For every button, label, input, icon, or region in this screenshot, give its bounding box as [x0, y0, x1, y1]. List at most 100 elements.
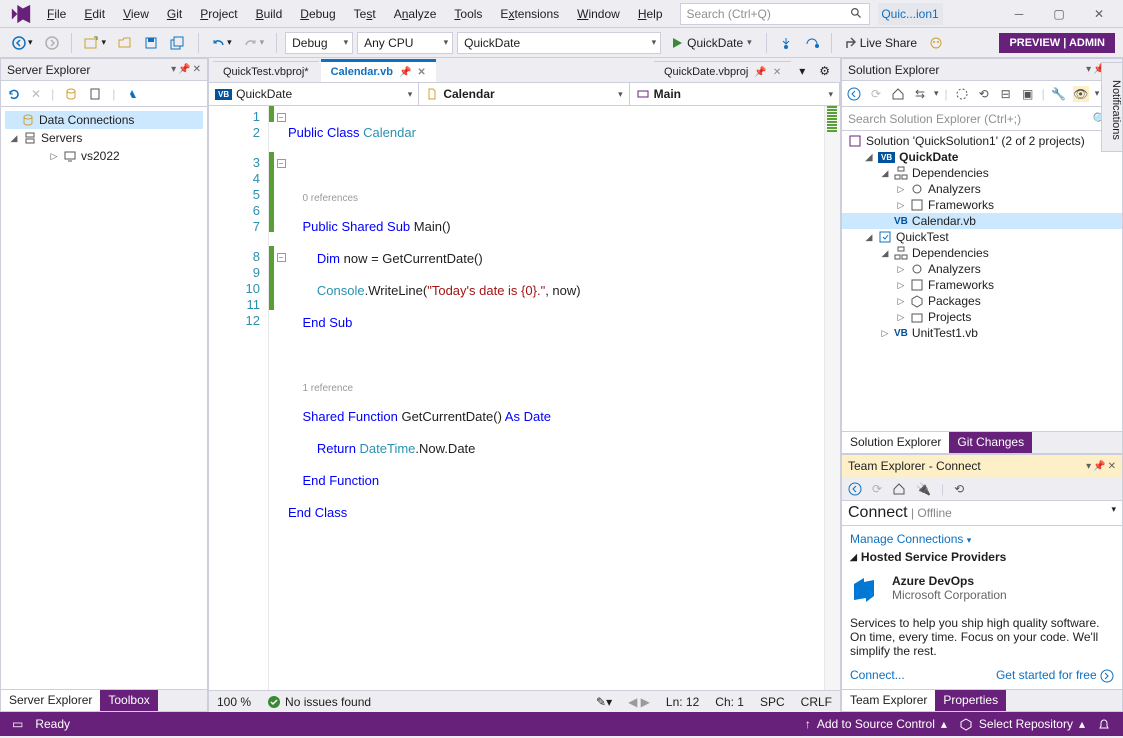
- spc-indicator[interactable]: SPC: [760, 695, 785, 709]
- deps-quickdate[interactable]: ◢Dependencies: [842, 165, 1122, 181]
- window-menu-icon[interactable]: ▾: [171, 64, 176, 75]
- config-select[interactable]: Debug: [285, 32, 353, 54]
- save-all-button[interactable]: [166, 34, 190, 52]
- packages-node[interactable]: ▷Packages: [842, 293, 1122, 309]
- window-menu-icon[interactable]: ▾: [1086, 64, 1091, 75]
- solution-explorer-header[interactable]: Solution Explorer ▾📌✕: [842, 59, 1122, 81]
- menu-debug[interactable]: Debug: [291, 3, 344, 25]
- minimize-button[interactable]: ─: [999, 1, 1039, 27]
- properties-icon[interactable]: 🔧: [1051, 86, 1067, 102]
- home-icon[interactable]: [890, 86, 906, 102]
- notifications-bell-icon[interactable]: [1097, 717, 1111, 731]
- analyzers-node[interactable]: ▷Analyzers: [842, 181, 1122, 197]
- tab-overflow-icon[interactable]: ▾: [793, 60, 811, 82]
- new-project-button[interactable]: ▾: [80, 34, 111, 52]
- tree-server-vs2022[interactable]: ▷ vs2022: [5, 147, 203, 165]
- te-forward-icon[interactable]: ⟳: [872, 482, 882, 496]
- calendar-vb-node[interactable]: VBCalendar.vb: [842, 213, 1122, 229]
- startup-select[interactable]: QuickDate: [457, 32, 661, 54]
- menu-help[interactable]: Help: [629, 3, 672, 25]
- switch-views-icon[interactable]: ⇆: [912, 86, 928, 102]
- select-repo-button[interactable]: Select Repository ▴: [959, 717, 1085, 731]
- server-explorer-header[interactable]: Server Explorer ▾📌✕: [1, 59, 207, 81]
- open-file-button[interactable]: [114, 34, 136, 52]
- window-menu-icon[interactable]: ▾: [1086, 461, 1091, 472]
- collapse-icon[interactable]: ⊟: [998, 86, 1014, 102]
- preview-admin-badge[interactable]: PREVIEW | ADMIN: [999, 33, 1115, 53]
- get-started-link[interactable]: Get started for free: [996, 668, 1114, 683]
- code-editor[interactable]: 123456789101112 −−− Public Class Calenda…: [209, 106, 840, 690]
- show-all-icon[interactable]: ▣: [1020, 86, 1036, 102]
- quick-launch-search[interactable]: Search (Ctrl+Q): [680, 3, 870, 25]
- crlf-picker-icon[interactable]: ✎▾: [596, 695, 612, 709]
- tab-settings-icon[interactable]: ⚙: [813, 60, 836, 82]
- connect-server-icon[interactable]: [88, 87, 102, 101]
- te-back-icon[interactable]: [848, 482, 862, 496]
- toolbox-tab[interactable]: Toolbox: [100, 690, 157, 711]
- crlf-indicator[interactable]: CRLF: [801, 695, 832, 709]
- project-quickdate[interactable]: ◢VBQuickDate: [842, 149, 1122, 165]
- platform-select[interactable]: Any CPU: [357, 32, 453, 54]
- fold-icon[interactable]: −: [277, 113, 286, 122]
- analyzers-node2[interactable]: ▷Analyzers: [842, 261, 1122, 277]
- preview-icon[interactable]: 👁: [1073, 86, 1089, 102]
- menu-build[interactable]: Build: [247, 3, 292, 25]
- menu-window[interactable]: Window: [568, 3, 629, 25]
- source-control-button[interactable]: ↑ Add to Source Control ▴: [805, 717, 947, 731]
- close-preview-icon[interactable]: ✕: [773, 67, 781, 78]
- pin-icon[interactable]: 📌: [178, 64, 190, 75]
- zoom-level[interactable]: 100 %: [217, 695, 251, 709]
- nav-back-button[interactable]: ▾: [8, 34, 37, 52]
- solution-title-chip[interactable]: Quic...ion1: [878, 3, 943, 25]
- tab-quickdate-vbproj[interactable]: QuickDate.vbproj📌✕: [654, 61, 791, 82]
- menu-edit[interactable]: Edit: [75, 3, 114, 25]
- azure-icon[interactable]: [125, 87, 139, 101]
- sync-icon[interactable]: [954, 86, 970, 102]
- undo-button[interactable]: ▾: [207, 34, 236, 52]
- maximize-button[interactable]: ▢: [1039, 1, 1079, 27]
- menu-analyze[interactable]: Analyze: [385, 3, 446, 25]
- fold-icon[interactable]: −: [277, 159, 286, 168]
- code-content[interactable]: Public Class Calendar 0 references Publi…: [288, 106, 824, 690]
- start-debug-button[interactable]: QuickDate ▾: [665, 34, 758, 52]
- pin-tab-icon[interactable]: 📌: [399, 67, 411, 78]
- close-panel-icon[interactable]: ✕: [193, 64, 201, 75]
- projects-node[interactable]: ▷Projects: [842, 309, 1122, 325]
- connect-db-icon[interactable]: [64, 87, 78, 101]
- nav-type-select[interactable]: Calendar: [419, 83, 629, 105]
- scrollbar[interactable]: [824, 106, 840, 690]
- tab-calendar-vb[interactable]: Calendar.vb📌✕: [321, 59, 436, 82]
- hosted-providers-section[interactable]: ◢Hosted Service Providers: [850, 546, 1114, 568]
- refresh-icon[interactable]: ⟲: [976, 86, 992, 102]
- deps-quicktest[interactable]: ◢Dependencies: [842, 245, 1122, 261]
- stop-icon[interactable]: ✕: [31, 87, 41, 101]
- issues-indicator[interactable]: No issues found: [267, 695, 371, 709]
- refresh-icon[interactable]: [7, 87, 21, 101]
- feedback-icon[interactable]: [925, 34, 947, 52]
- unittest-vb-node[interactable]: ▷VBUnitTest1.vb: [842, 325, 1122, 341]
- save-button[interactable]: [140, 34, 162, 52]
- project-quicktest[interactable]: ◢QuickTest: [842, 229, 1122, 245]
- solution-explorer-tab[interactable]: Solution Explorer: [842, 432, 949, 453]
- close-panel-icon[interactable]: ✕: [1108, 461, 1116, 472]
- nav-project-select[interactable]: VBQuickDate: [209, 83, 419, 105]
- redo-button[interactable]: ▾: [240, 34, 269, 52]
- frameworks-node2[interactable]: ▷Frameworks: [842, 277, 1122, 293]
- menu-file[interactable]: File: [38, 3, 75, 25]
- back-icon[interactable]: [846, 86, 862, 102]
- live-share-button[interactable]: Live Share: [840, 34, 921, 52]
- pin-icon[interactable]: 📌: [1093, 461, 1105, 472]
- te-plug-icon[interactable]: 🔌: [916, 482, 931, 496]
- menu-git[interactable]: Git: [158, 3, 191, 25]
- output-icon[interactable]: ▭: [12, 717, 23, 731]
- solution-node[interactable]: Solution 'QuickSolution1' (2 of 2 projec…: [842, 133, 1122, 149]
- nav-arrows[interactable]: ◀ ▶: [628, 695, 650, 709]
- forward-icon[interactable]: ⟳: [868, 86, 884, 102]
- menu-tools[interactable]: Tools: [445, 3, 491, 25]
- menu-extensions[interactable]: Extensions: [491, 3, 568, 25]
- col-indicator[interactable]: Ch: 1: [715, 695, 744, 709]
- solution-explorer-search[interactable]: Search Solution Explorer (Ctrl+;) 🔍▾: [842, 107, 1122, 131]
- step-into-icon[interactable]: [775, 34, 797, 52]
- menu-project[interactable]: Project: [191, 3, 246, 25]
- team-explorer-header[interactable]: Team Explorer - Connect ▾📌✕: [842, 455, 1122, 477]
